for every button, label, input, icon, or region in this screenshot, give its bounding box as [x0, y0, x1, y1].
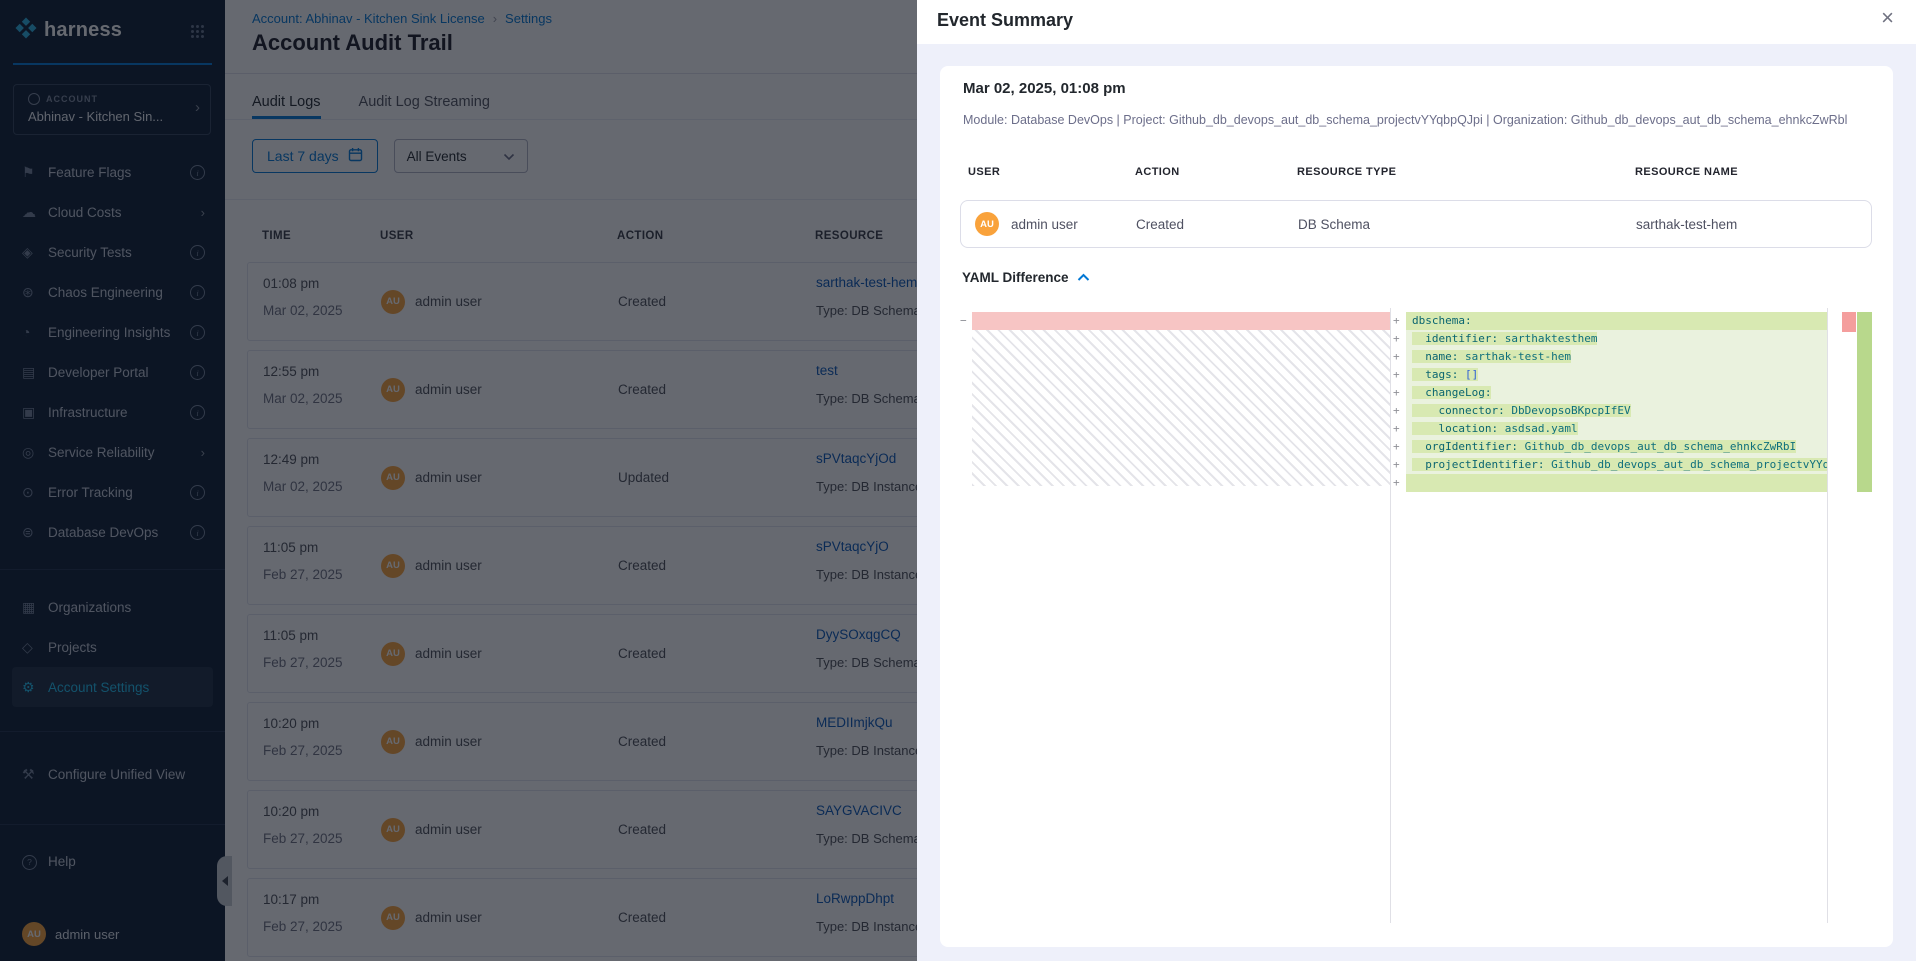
yaml-value: []: [1465, 368, 1478, 381]
detail-header-resource-name: RESOURCE NAME: [1635, 166, 1738, 178]
detail-action: Created: [1136, 201, 1184, 247]
yaml-key: name:: [1425, 350, 1458, 363]
yaml-diff-viewer: − ++++++++++ dbschema: identifier: sarth…: [960, 308, 1872, 923]
diff-code: dbschema: identifier: sarthaktesthem nam…: [1406, 312, 1827, 492]
yaml-value: sarthaktesthem: [1505, 332, 1598, 345]
diff-empty-hatch: [972, 330, 1390, 486]
diff-line: projectIdentifier: Github_db_devops_aut_…: [1406, 456, 1827, 474]
chevron-up-icon: [1077, 270, 1090, 285]
diff-plus-marker: +: [1393, 402, 1406, 420]
detail-resource-type: DB Schema: [1298, 201, 1370, 247]
detail-header-action: ACTION: [1135, 166, 1180, 178]
diff-line: name: sarthak-test-hem: [1406, 348, 1827, 366]
yaml-difference-toggle[interactable]: YAML Difference: [962, 270, 1090, 285]
diff-minimap-added[interactable]: [1857, 312, 1872, 492]
diff-line-highlight: tags: []: [1412, 368, 1478, 381]
event-summary-drawer: Event Summary × Mar 02, 2025, 01:08 pm M…: [917, 0, 1916, 961]
yaml-key: projectIdentifier:: [1425, 458, 1544, 471]
diff-line: changeLog:: [1406, 384, 1827, 402]
diff-line-highlight: connector: DbDevopsoBKpcpIfEV: [1412, 404, 1631, 417]
yaml-value: DbDevopsoBKpcpIfEV: [1511, 404, 1630, 417]
diff-line-highlight: identifier: sarthaktesthem: [1412, 332, 1597, 345]
user-avatar: AU: [975, 212, 999, 236]
app-window: harness ACCOUNT Abhinav - Kitchen Sin...…: [0, 0, 1916, 961]
drawer-header: Event Summary ×: [917, 0, 1916, 44]
diff-line-highlight: name: sarthak-test-hem: [1412, 350, 1571, 363]
detail-resource-name: sarthak-test-hem: [1636, 201, 1737, 247]
yaml-key: orgIdentifier:: [1425, 440, 1518, 453]
detail-user: admin user: [1011, 217, 1078, 232]
diff-plus-marker: +: [1393, 330, 1406, 348]
diff-line: dbschema:: [1406, 312, 1827, 330]
diff-line-highlight: projectIdentifier: Github_db_devops_aut_…: [1412, 458, 1827, 471]
diff-plus-marker: +: [1393, 366, 1406, 384]
diff-line: location: asdsad.yaml: [1406, 420, 1827, 438]
diff-pane-old: [972, 308, 1391, 923]
yaml-value: Github_db_devops_aut_db_schema_ehnkcZwRb…: [1525, 440, 1797, 453]
diff-plus-marker: +: [1393, 438, 1406, 456]
diff-line: [1406, 474, 1827, 492]
diff-line: orgIdentifier: Github_db_devops_aut_db_s…: [1406, 438, 1827, 456]
diff-plus-marker: +: [1393, 312, 1406, 330]
diff-line: identifier: sarthaktesthem: [1406, 330, 1827, 348]
diff-plus-marker: +: [1393, 420, 1406, 438]
diff-added-gutter: ++++++++++: [1393, 312, 1406, 492]
event-card: Mar 02, 2025, 01:08 pm Module: Database …: [940, 66, 1893, 947]
yaml-key: changeLog:: [1425, 386, 1491, 399]
yaml-value: sarthak-test-hem: [1465, 350, 1571, 363]
yaml-difference-label: YAML Difference: [962, 270, 1069, 285]
diff-plus-marker: +: [1393, 474, 1406, 492]
diff-minimap-removed: [1842, 312, 1856, 332]
diff-line-highlight: orgIdentifier: Github_db_devops_aut_db_s…: [1412, 440, 1796, 453]
diff-plus-marker: +: [1393, 348, 1406, 366]
yaml-key: tags:: [1425, 368, 1458, 381]
diff-line-highlight: location: asdsad.yaml: [1412, 422, 1578, 435]
detail-header-resource-type: RESOURCE TYPE: [1297, 166, 1396, 178]
diff-line-highlight: changeLog:: [1412, 386, 1491, 399]
drawer-title: Event Summary: [937, 10, 1073, 31]
close-icon[interactable]: ×: [1881, 7, 1894, 29]
yaml-key: identifier:: [1425, 332, 1498, 345]
yaml-key: location:: [1439, 422, 1499, 435]
yaml-value: Github_db_devops_aut_db_schema_projectvY…: [1551, 458, 1827, 471]
event-meta: Module: Database DevOps | Project: Githu…: [963, 113, 1847, 127]
event-timestamp: Mar 02, 2025, 01:08 pm: [963, 80, 1126, 97]
yaml-value: asdsad.yaml: [1505, 422, 1578, 435]
diff-removed-gutter: −: [960, 312, 972, 330]
event-detail-row: AU admin user Created DB Schema sarthak-…: [960, 200, 1872, 248]
diff-line: tags: []: [1406, 366, 1827, 384]
yaml-key: dbschema:: [1412, 314, 1472, 327]
diff-plus-marker: +: [1393, 384, 1406, 402]
modal-scrim[interactable]: [0, 0, 917, 961]
diff-line: connector: DbDevopsoBKpcpIfEV: [1406, 402, 1827, 420]
diff-pane-new: dbschema: identifier: sarthaktesthem nam…: [1406, 308, 1828, 923]
diff-plus-marker: +: [1393, 456, 1406, 474]
yaml-key: connector:: [1439, 404, 1505, 417]
detail-header-user: USER: [968, 166, 1000, 178]
diff-deleted-chunk: [972, 312, 1390, 330]
